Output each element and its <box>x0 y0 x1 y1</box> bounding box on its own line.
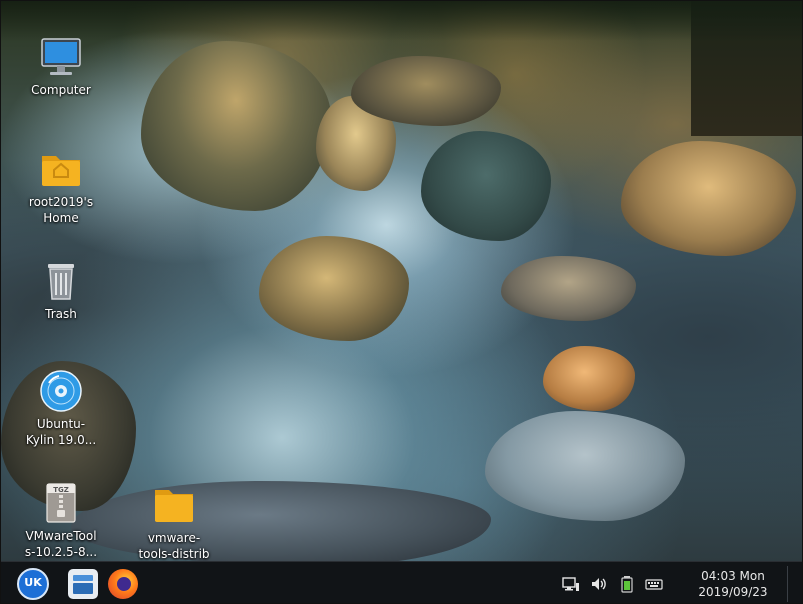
disc-icon <box>39 369 83 413</box>
desktop-icon-label: root2019's Home <box>28 195 94 225</box>
folder-icon <box>152 483 196 527</box>
desktop-icon-label: vmware- tools-distrib <box>138 531 210 561</box>
desktop-icon-label: Ubuntu- Kylin 19.0... <box>25 417 97 447</box>
clock-date: 2019/09/23 <box>698 585 768 599</box>
desktop-icon-label: VMwareTool s-10.2.5-8... <box>24 529 98 559</box>
desktop-icon-trash[interactable]: Trash <box>15 259 107 322</box>
tgz-archive-icon: TGZ <box>39 481 83 525</box>
firefox-launcher[interactable] <box>107 568 139 600</box>
home-folder-icon <box>39 147 83 191</box>
monitor-icon <box>39 35 83 79</box>
keyboard-icon[interactable] <box>645 575 663 593</box>
battery-icon[interactable] <box>618 575 636 593</box>
desktop-icon-vmware-tools-distrib[interactable]: vmware- tools-distrib <box>128 483 220 562</box>
volume-icon[interactable] <box>590 575 608 593</box>
file-manager-icon <box>68 569 98 599</box>
clock[interactable]: 04:03 Mon 2019/09/23 <box>689 568 777 600</box>
taskbar: UK 04:03 Mon 2019/09/23 <box>1 561 802 603</box>
wallpaper <box>1 1 802 566</box>
start-menu-logo-text: UK <box>24 576 42 589</box>
clock-time: 04:03 Mon <box>701 569 765 583</box>
firefox-icon <box>108 569 138 599</box>
show-desktop-button[interactable] <box>787 566 802 602</box>
tgz-badge-label: TGZ <box>53 486 69 494</box>
desktop-icon-label: Trash <box>45 307 77 321</box>
desktop-screen: Computer root2019's Home Trash Ubuntu- K… <box>0 0 803 604</box>
desktop-icon-vmwaretools-archive[interactable]: TGZ VMwareTool s-10.2.5-8... <box>15 481 107 560</box>
desktop-icon-home[interactable]: root2019's Home <box>15 147 107 226</box>
ukui-start-icon: UK <box>17 568 49 600</box>
desktop-icon-computer[interactable]: Computer <box>15 35 107 98</box>
desktop-icon-label: Computer <box>31 83 91 97</box>
desktop-icon-ubuntu-kylin-disc[interactable]: Ubuntu- Kylin 19.0... <box>15 369 107 448</box>
file-manager-launcher[interactable] <box>67 568 99 600</box>
start-menu-button[interactable]: UK <box>17 568 49 600</box>
trash-icon <box>39 259 83 303</box>
network-icon[interactable] <box>562 575 580 593</box>
